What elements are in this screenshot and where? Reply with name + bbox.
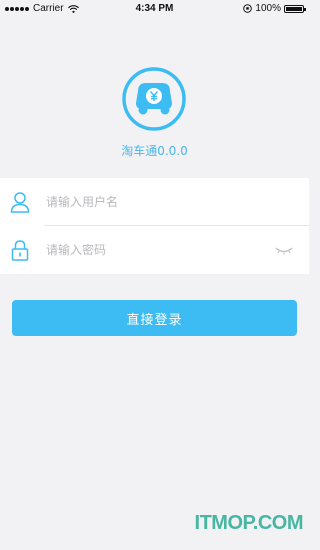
orientation-lock-icon	[243, 4, 253, 13]
lock-icon	[11, 240, 29, 261]
status-bar: Carrier 4:34 PM 100%	[0, 0, 309, 18]
app-name: 淘车通0.0.0	[121, 144, 188, 158]
user-icon	[10, 192, 30, 213]
status-right: 100%	[243, 3, 306, 14]
yuan-car-icon	[122, 67, 186, 131]
watermark-text: ITMOP.COM	[194, 512, 304, 534]
battery-icon	[284, 4, 306, 13]
login-form	[0, 178, 309, 274]
eye-closed-icon[interactable]	[275, 245, 293, 255]
username-input[interactable]	[46, 189, 256, 215]
password-row	[0, 226, 309, 274]
battery-percent: 100%	[255, 3, 281, 14]
password-input[interactable]	[46, 237, 256, 263]
username-row	[0, 178, 309, 226]
login-button[interactable]: 直接登录	[12, 300, 297, 336]
battery-fill	[286, 6, 302, 11]
